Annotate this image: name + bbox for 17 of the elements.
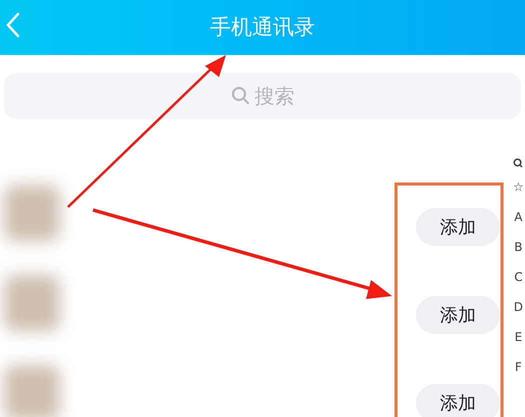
add-button[interactable]: 添加 bbox=[416, 208, 500, 246]
add-button[interactable]: 添加 bbox=[416, 384, 500, 417]
add-button[interactable]: 添加 bbox=[416, 296, 500, 334]
contact-avatar bbox=[4, 275, 60, 331]
search-icon bbox=[230, 86, 250, 106]
page-title: 手机通讯录 bbox=[210, 14, 315, 41]
index-letter[interactable]: C bbox=[514, 267, 523, 288]
contact-avatar bbox=[4, 185, 60, 241]
index-letter[interactable]: ☆ bbox=[513, 177, 524, 198]
index-search-icon[interactable] bbox=[513, 158, 524, 168]
index-letter[interactable]: B bbox=[514, 237, 522, 258]
index-letter[interactable]: F bbox=[514, 357, 522, 378]
index-letter[interactable]: E bbox=[514, 327, 522, 348]
search-placeholder: 搜索 bbox=[254, 83, 294, 110]
contact-avatar bbox=[4, 365, 60, 417]
index-letter[interactable]: A bbox=[514, 207, 522, 228]
index-letter[interactable]: D bbox=[514, 297, 523, 318]
